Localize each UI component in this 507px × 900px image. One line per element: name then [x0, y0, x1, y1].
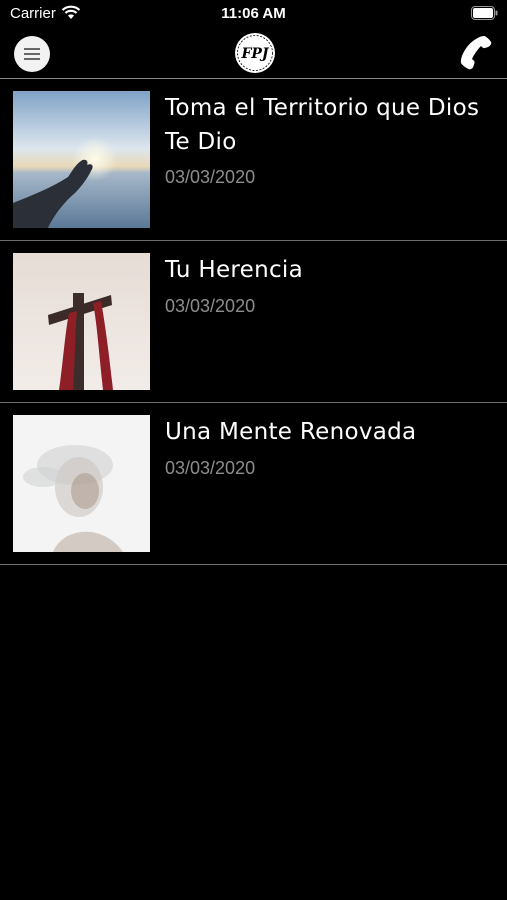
list-item[interactable]: Una Mente Renovada 03/03/2020	[0, 403, 507, 565]
item-date: 03/03/2020	[165, 458, 256, 478]
app-logo: FPJ	[235, 33, 275, 73]
hamburger-line	[24, 53, 40, 55]
list-item[interactable]: Toma el Territorio que Dios Te Dio 03/03…	[0, 79, 507, 241]
item-title: Tu Herencia	[165, 257, 303, 283]
thumbnail-hand-sunset	[13, 91, 150, 228]
hamburger-icon	[24, 48, 40, 50]
list-item[interactable]: Tu Herencia 03/03/2020	[0, 241, 507, 403]
phone-icon[interactable]	[453, 32, 495, 74]
battery-icon	[471, 6, 498, 20]
hamburger-line	[24, 58, 40, 60]
thumbnail-cross	[13, 253, 150, 390]
thumbnail-portrait	[13, 415, 150, 552]
sermon-list: Toma el Territorio que Dios Te Dio 03/03…	[0, 79, 507, 565]
item-date: 03/03/2020	[165, 167, 256, 187]
item-title: Una Mente Renovada	[165, 419, 417, 445]
item-title: Toma el Territorio que Dios Te Dio	[165, 95, 480, 155]
clock: 11:06 AM	[221, 5, 286, 22]
item-date: 03/03/2020	[165, 296, 256, 316]
menu-button[interactable]	[14, 36, 50, 72]
navigation-bar: FPJ	[0, 28, 507, 78]
status-bar: Carrier 11:06 AM	[0, 0, 507, 28]
logo-text: FPJ	[240, 46, 269, 62]
